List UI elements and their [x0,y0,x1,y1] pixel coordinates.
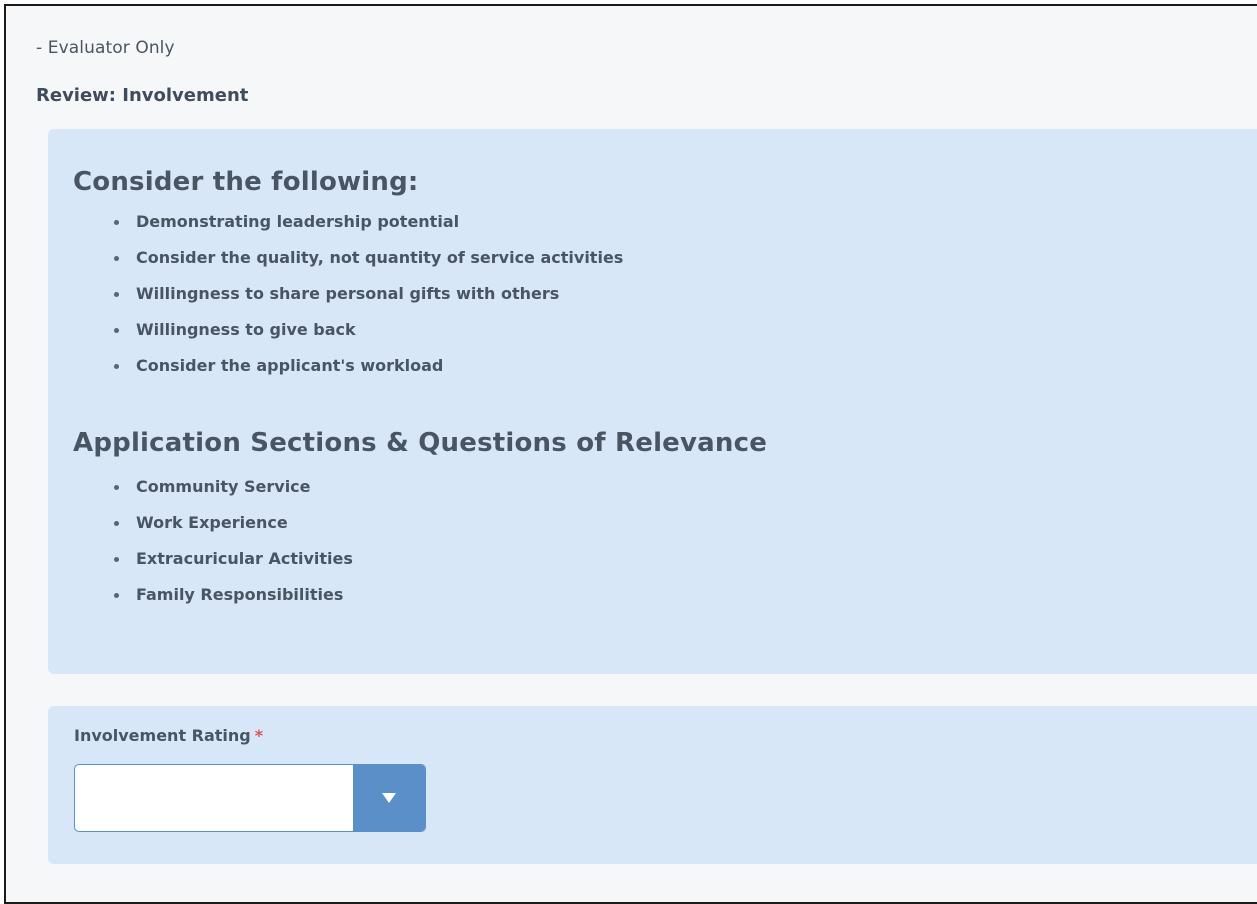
guidance-panel: Consider the following: Demonstrating le… [48,129,1257,674]
list-item: Consider the quality, not quantity of se… [112,243,623,279]
list-item: Extracuricular Activities [112,544,353,580]
list-item: Consider the applicant's workload [112,351,623,387]
review-title: Review: Involvement [36,85,249,106]
rating-panel: Involvement Rating * [48,706,1257,864]
consider-heading: Consider the following: [73,167,419,197]
list-item: Willingness to share personal gifts with… [112,279,623,315]
caret-down-icon [382,793,396,803]
sections-list: Community Service Work Experience Extrac… [112,472,353,616]
list-item: Demonstrating leadership potential [112,207,623,243]
list-item: Family Responsibilities [112,580,353,616]
evaluator-note: - Evaluator Only [36,38,175,58]
dropdown-toggle-button[interactable] [353,765,425,831]
involvement-rating-select[interactable] [74,764,426,832]
sections-heading: Application Sections & Questions of Rele… [73,428,768,458]
rating-label: Involvement Rating * [74,726,263,745]
rating-label-text: Involvement Rating [74,726,251,745]
required-marker: * [254,726,264,745]
list-item: Willingness to give back [112,315,623,351]
consider-list: Demonstrating leadership potential Consi… [112,207,623,387]
list-item: Work Experience [112,508,353,544]
list-item: Community Service [112,472,353,508]
